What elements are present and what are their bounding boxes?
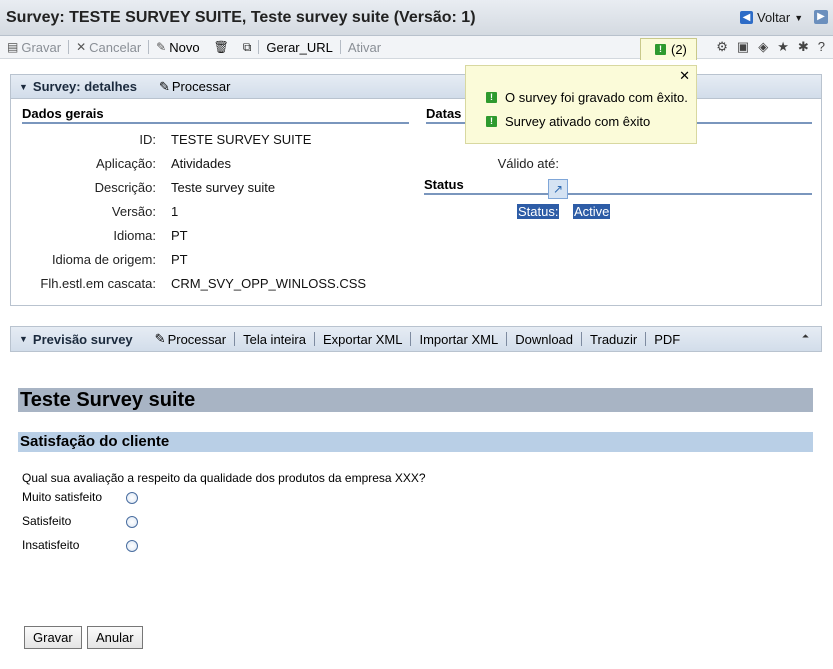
option-label: Satisfeito [22,514,72,528]
field-label-stylesheet: Flh.estl.em cascata: [40,276,156,291]
chevron-down-icon: ▼ [794,12,804,23]
import-xml-link[interactable]: Importar XML [411,332,506,347]
message-item: ! Survey ativado com êxito [486,114,650,129]
edit-details-link[interactable]: ✎ Processar [151,79,238,95]
download-link[interactable]: Download [507,332,581,347]
field-label-source-language: Idioma de origem: [51,252,156,267]
messages-toggle[interactable]: ! (2) [640,38,697,60]
copy-button[interactable]: ⧉ [236,39,259,56]
new-button[interactable]: ✎ Novo [149,39,206,56]
general-data-header: Dados gerais [22,106,409,124]
field-value-id: TESTE SURVEY SUITE [171,132,312,147]
status-label: Status: [517,204,560,219]
cancel-button[interactable]: ✕ Cancelar [69,39,148,56]
collapse-triangle-icon: ▼ [19,334,28,344]
field-label-description: Descrição: [94,180,156,195]
status-header: Status [424,177,812,195]
option-label: Insatisfeito [22,538,80,552]
field-label-version: Versão: [111,204,156,219]
cancel-icon: ✕ [76,40,87,54]
trash-icon: 🗑 [213,40,229,54]
translate-link[interactable]: Traduzir [582,332,645,347]
field-label-language: Idioma: [113,228,156,243]
new-document-icon: ✎ [156,40,167,54]
messages-popup: ✕ ! O survey foi gravado com êxito. ! Su… [465,65,697,144]
option-label: Muito satisfeito [22,490,103,504]
save-button[interactable]: ▤ Gravar [0,39,68,56]
main-toolbar: ▤ Gravar ✕ Cancelar ✎ Novo 🗑 ⧉ Gerar_URL… [0,36,833,59]
valid-to-label: Válido até: [497,156,559,171]
field-value-version: 1 [171,204,179,219]
forward-icon[interactable]: ▶ [814,10,828,24]
pencil-icon: ✎ [158,78,170,94]
panel-title[interactable]: ▼ Survey: detalhes [11,79,137,94]
window-titlebar: Survey: TESTE SURVEY SUITE, Teste survey… [0,0,833,36]
tag-icon[interactable]: ◈ [758,39,768,55]
pdf-link[interactable]: PDF [646,332,688,347]
survey-question: Qual sua avaliação a respeito da qualida… [22,471,426,485]
field-value-description: Teste survey suite [171,180,276,195]
status-value: Active [573,204,611,219]
export-xml-link[interactable]: Exportar XML [315,332,410,347]
survey-cancel-button[interactable]: Anular [87,626,143,649]
field-value-language: PT [171,228,188,243]
back-label: Voltar [757,10,791,25]
delete-button[interactable]: 🗑 [207,39,236,56]
generate-url-button[interactable]: Gerar_URL [259,39,339,56]
survey-save-button[interactable]: Gravar [24,626,82,649]
activate-button[interactable]: Ativar [341,39,388,56]
edit-preview-link[interactable]: ✎ Processar [147,331,234,347]
document-search-icon[interactable]: ▣ [737,39,749,55]
copy-icon: ⧉ [242,39,252,54]
message-item: ! O survey foi gravado com êxito. [486,90,688,105]
survey-section-title: Satisfação do cliente [18,432,813,452]
field-value-application: Atividades [171,156,231,171]
collapse-up-icon[interactable]: ⏶ [802,331,809,342]
field-label-id: ID: [139,132,156,147]
success-icon: ! [655,44,666,55]
wrench-icon[interactable]: ✱ [798,39,809,55]
field-value-stylesheet: CRM_SVY_OPP_WINLOSS.CSS [171,276,367,291]
page-title: Survey: TESTE SURVEY SUITE, Teste survey… [6,9,476,26]
success-icon: ! [486,92,497,103]
back-button[interactable]: ◀ Voltar ▼ [740,10,803,25]
panel-header: ▼ Survey: detalhes ✎ Processar [11,75,821,99]
option-radio[interactable] [126,492,138,504]
option-radio[interactable] [126,516,138,528]
survey-preview-panel: ▼ Previsão survey ✎ Processar Tela intei… [10,326,822,352]
save-icon: ▤ [7,40,19,54]
survey-title: Teste Survey suite [18,388,813,412]
close-icon[interactable]: ✕ [679,68,690,84]
settings-icon[interactable]: ⚙ [716,39,728,55]
messages-count: (2) [671,42,687,57]
panel-header: ▼ Previsão survey ✎ Processar Tela intei… [11,327,821,351]
panel-title[interactable]: ▼ Previsão survey [11,332,133,347]
open-link-icon[interactable]: ↗ [548,179,568,199]
field-label-application: Aplicação: [96,156,156,171]
fullscreen-link[interactable]: Tela inteira [235,332,314,347]
pencil-icon: ✎ [154,331,166,346]
help-icon[interactable]: ? [818,39,825,55]
success-icon: ! [486,116,497,127]
back-arrow-icon: ◀ [740,11,753,24]
favorite-icon[interactable]: ★ [777,39,789,55]
collapse-triangle-icon: ▼ [19,81,28,92]
field-value-source-language: PT [171,252,188,267]
toolbar-right-icons: ⚙ ▣ ◈ ★ ✱ ? [716,39,825,55]
option-radio[interactable] [126,540,138,552]
